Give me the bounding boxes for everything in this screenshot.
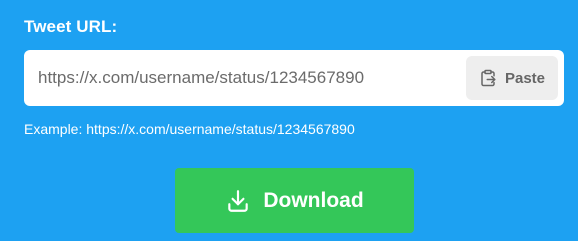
url-input-container: Paste — [24, 50, 564, 106]
paste-button[interactable]: Paste — [466, 56, 558, 100]
download-button-label: Download — [263, 188, 364, 212]
example-url-text: Example: https://x.com/username/status/1… — [24, 121, 355, 137]
tweet-url-label: Tweet URL: — [24, 17, 118, 36]
download-button[interactable]: Download — [175, 168, 414, 233]
download-icon — [225, 188, 251, 214]
paste-button-label: Paste — [504, 69, 546, 87]
clipboard-paste-icon — [479, 69, 497, 87]
tweet-url-input[interactable] — [38, 50, 458, 106]
